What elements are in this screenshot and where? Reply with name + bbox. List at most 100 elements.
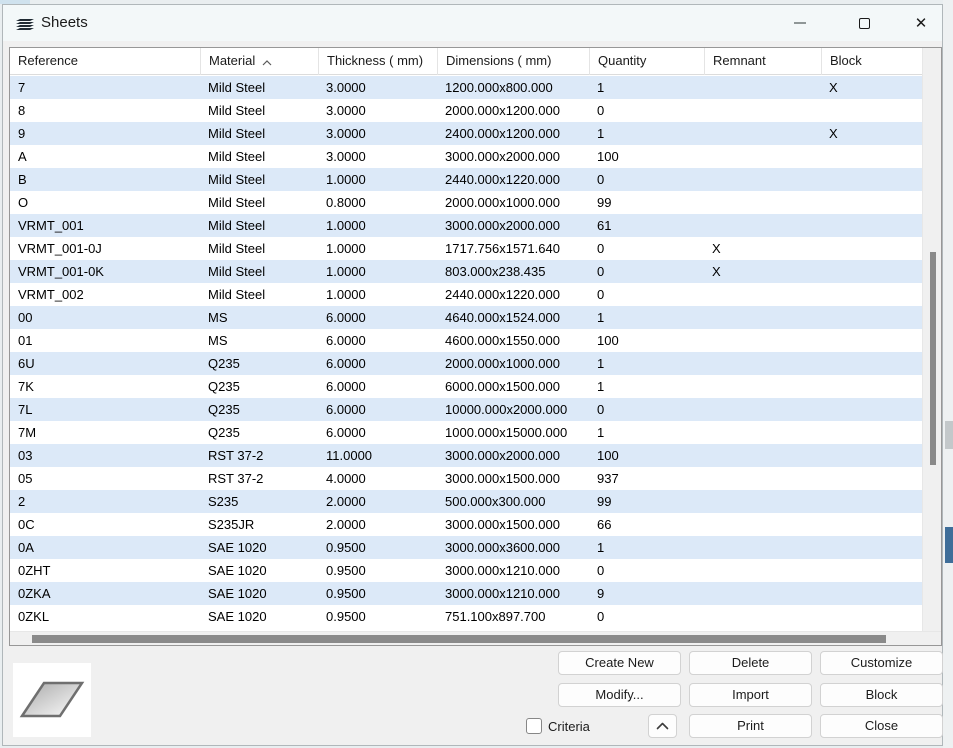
- cell-reference: 2: [10, 490, 200, 513]
- cell-dimensions: 3000.000x1210.000: [437, 559, 589, 582]
- modify-button[interactable]: Modify...: [558, 683, 681, 707]
- table-row[interactable]: 7KQ2356.00006000.000x1500.0001: [10, 375, 922, 398]
- column-header-dimensions[interactable]: Dimensions ( mm): [437, 48, 589, 75]
- cell-remnant: [704, 306, 821, 329]
- delete-button[interactable]: Delete: [689, 651, 812, 675]
- criteria-checkbox[interactable]: [526, 718, 542, 734]
- cell-reference: 7L: [10, 398, 200, 421]
- cell-reference: A: [10, 145, 200, 168]
- table-row[interactable]: VRMT_001-0KMild Steel1.0000803.000x238.4…: [10, 260, 922, 283]
- table-row[interactable]: 05RST 37-24.00003000.000x1500.000937: [10, 467, 922, 490]
- table-row[interactable]: 0ZKLSAE 10200.9500751.100x897.7000: [10, 605, 922, 628]
- column-header-label: Remnant: [713, 53, 766, 68]
- block-button[interactable]: Block: [820, 683, 943, 707]
- table-row[interactable]: 00MS6.00004640.000x1524.0001: [10, 306, 922, 329]
- cell-thickness: 2.0000: [318, 490, 437, 513]
- cell-material: Mild Steel: [200, 214, 318, 237]
- table-row[interactable]: OMild Steel0.80002000.000x1000.00099: [10, 191, 922, 214]
- cell-quantity: 1: [589, 352, 704, 375]
- title-bar[interactable]: Sheets ✕: [3, 5, 942, 41]
- cell-thickness: 0.8000: [318, 191, 437, 214]
- cell-thickness: 3.0000: [318, 145, 437, 168]
- cell-quantity: 0: [589, 260, 704, 283]
- cell-block: X: [821, 122, 922, 145]
- close-button[interactable]: Close: [820, 714, 943, 738]
- cell-material: Q235: [200, 421, 318, 444]
- table-row[interactable]: 01MS6.00004600.000x1550.000100: [10, 329, 922, 352]
- column-header-block[interactable]: Block: [821, 48, 922, 75]
- cell-block: [821, 306, 922, 329]
- cell-material: Mild Steel: [200, 283, 318, 306]
- import-button[interactable]: Import: [689, 683, 812, 707]
- table-row[interactable]: 9Mild Steel3.00002400.000x1200.0001X: [10, 122, 922, 145]
- cell-material: RST 37-2: [200, 467, 318, 490]
- cell-block: [821, 536, 922, 559]
- table-row[interactable]: 6UQ2356.00002000.000x1000.0001: [10, 352, 922, 375]
- cell-reference: VRMT_001-0J: [10, 237, 200, 260]
- vertical-scrollbar[interactable]: [922, 48, 941, 632]
- table-row[interactable]: 7Mild Steel3.00001200.000x800.0001X: [10, 76, 922, 99]
- sheets-stack-icon: [15, 14, 35, 32]
- cell-thickness: 0.9500: [318, 536, 437, 559]
- background-blue-patch: [945, 527, 953, 563]
- column-header-quantity[interactable]: Quantity: [589, 48, 704, 75]
- cell-dimensions: 10000.000x2000.000: [437, 398, 589, 421]
- table-row[interactable]: 2S2352.0000500.000x300.00099: [10, 490, 922, 513]
- table-row[interactable]: VRMT_002Mild Steel1.00002440.000x1220.00…: [10, 283, 922, 306]
- customize-button[interactable]: Customize: [820, 651, 943, 675]
- cell-quantity: 0: [589, 398, 704, 421]
- table-row[interactable]: 8Mild Steel3.00002000.000x1200.0000: [10, 99, 922, 122]
- table-row[interactable]: 7MQ2356.00001000.000x15000.0001: [10, 421, 922, 444]
- cell-quantity: 0: [589, 605, 704, 628]
- create-new-button[interactable]: Create New: [558, 651, 681, 675]
- print-button[interactable]: Print: [689, 714, 812, 738]
- horizontal-scrollbar-thumb[interactable]: [32, 635, 886, 643]
- column-header-label: Block: [830, 53, 862, 68]
- cell-remnant: [704, 76, 821, 99]
- table-row[interactable]: AMild Steel3.00003000.000x2000.000100: [10, 145, 922, 168]
- cell-block: [821, 513, 922, 536]
- cell-block: [821, 145, 922, 168]
- cell-material: S235JR: [200, 513, 318, 536]
- vertical-scrollbar-thumb[interactable]: [930, 252, 936, 465]
- cell-dimensions: 6000.000x1500.000: [437, 375, 589, 398]
- cell-quantity: 1: [589, 536, 704, 559]
- maximize-button[interactable]: [841, 5, 887, 41]
- cell-reference: 01: [10, 329, 200, 352]
- cell-thickness: 1.0000: [318, 237, 437, 260]
- column-header-reference[interactable]: Reference: [10, 48, 200, 75]
- table-row[interactable]: 7LQ2356.000010000.000x2000.0000: [10, 398, 922, 421]
- cell-quantity: 0: [589, 559, 704, 582]
- horizontal-scrollbar[interactable]: [10, 631, 941, 645]
- cell-dimensions: 2000.000x1200.000: [437, 99, 589, 122]
- column-header-material[interactable]: Material: [200, 48, 318, 75]
- cell-block: X: [821, 76, 922, 99]
- table-row[interactable]: BMild Steel1.00002440.000x1220.0000: [10, 168, 922, 191]
- column-header-thickness[interactable]: Thickness ( mm): [318, 48, 437, 75]
- table-row[interactable]: 0ZKASAE 10200.95003000.000x1210.0009: [10, 582, 922, 605]
- table-row[interactable]: 0CS235JR2.00003000.000x1500.00066: [10, 513, 922, 536]
- cell-quantity: 99: [589, 490, 704, 513]
- cell-material: SAE 1020: [200, 559, 318, 582]
- close-window-button[interactable]: ✕: [898, 5, 944, 41]
- cell-reference: 8: [10, 99, 200, 122]
- minimize-button[interactable]: [777, 5, 823, 41]
- table-row[interactable]: VRMT_001Mild Steel1.00003000.000x2000.00…: [10, 214, 922, 237]
- close-icon: ✕: [915, 16, 928, 31]
- expand-up-button[interactable]: [648, 714, 677, 738]
- cell-block: [821, 605, 922, 628]
- cell-reference: 05: [10, 467, 200, 490]
- cell-reference: 7M: [10, 421, 200, 444]
- table-row[interactable]: 03RST 37-211.00003000.000x2000.000100: [10, 444, 922, 467]
- cell-remnant: [704, 582, 821, 605]
- cell-block: [821, 582, 922, 605]
- table-row[interactable]: 0ASAE 10200.95003000.000x3600.0001: [10, 536, 922, 559]
- cell-reference: 7: [10, 76, 200, 99]
- cell-thickness: 3.0000: [318, 76, 437, 99]
- table-row[interactable]: VRMT_001-0JMild Steel1.00001717.756x1571…: [10, 237, 922, 260]
- table-row[interactable]: 0ZHTSAE 10200.95003000.000x1210.0000: [10, 559, 922, 582]
- cell-remnant: [704, 536, 821, 559]
- cell-remnant: X: [704, 260, 821, 283]
- cell-remnant: [704, 99, 821, 122]
- column-header-remnant[interactable]: Remnant: [704, 48, 821, 75]
